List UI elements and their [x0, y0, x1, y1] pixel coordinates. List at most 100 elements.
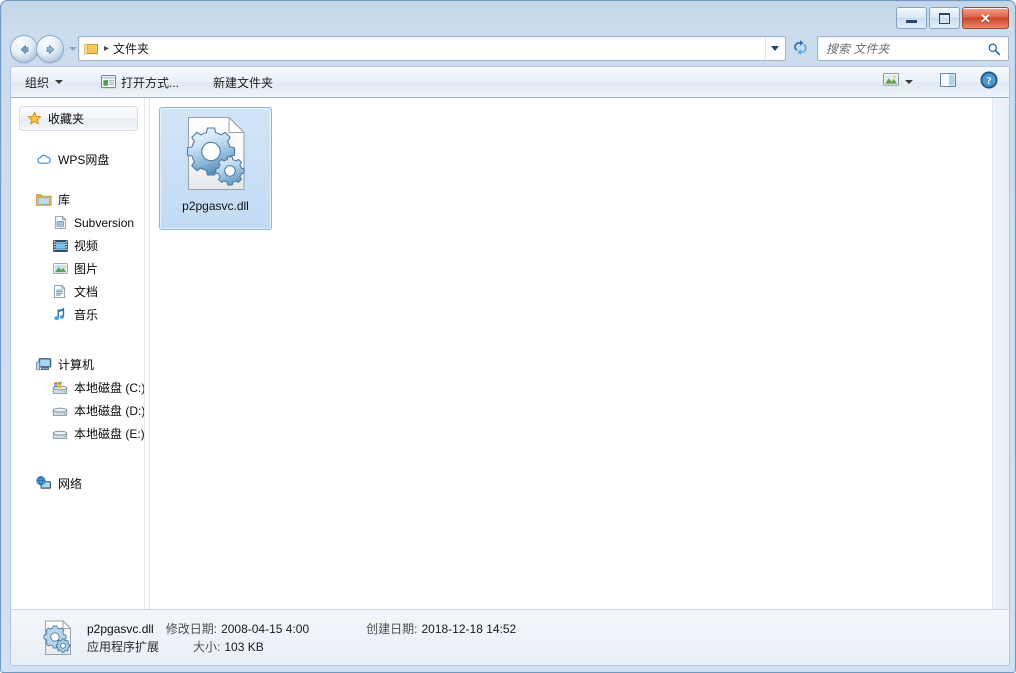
change-view-icon	[883, 72, 900, 92]
file-item-p2pgasvc-dll[interactable]: p2pgasvc.dll	[159, 107, 272, 230]
file-grid: p2pgasvc.dll	[150, 98, 1009, 230]
address-bar[interactable]: ▸ 文件夹	[78, 36, 786, 61]
help-button[interactable]: ?	[975, 69, 1003, 95]
details-pane: p2pgasvc.dll 修改日期: 2008-04-15 4:00 创建日期:…	[10, 609, 1010, 666]
refresh-icon	[793, 40, 807, 55]
new-folder-button[interactable]: 新建文件夹	[203, 69, 283, 95]
preview-pane-button[interactable]	[935, 69, 961, 95]
sidebar-item-documents[interactable]: 文档	[11, 280, 144, 303]
sidebar-label-drive-d: 本地磁盘 (D:)	[74, 404, 144, 418]
documents-icon	[52, 284, 68, 300]
sidebar-label-wps-cloud: WPS网盘	[58, 153, 110, 167]
sidebar-label-documents: 文档	[74, 285, 99, 299]
new-folder-label: 新建文件夹	[213, 75, 274, 90]
system-drive-icon	[52, 380, 68, 396]
sidebar-item-wps-cloud[interactable]: WPS网盘	[11, 148, 144, 171]
details-file-name: p2pgasvc.dll	[87, 621, 154, 636]
chevron-down-icon	[905, 80, 913, 84]
sidebar-label-network: 网络	[58, 477, 83, 491]
sidebar-label-favorites: 收藏夹	[48, 112, 85, 126]
details-modified-label: 修改日期:	[165, 621, 218, 636]
preview-pane-icon	[940, 72, 956, 93]
forward-button[interactable]	[36, 35, 64, 63]
details-line-2: 应用程序扩展 大小: 103 KB	[87, 638, 516, 656]
chevron-down-icon	[771, 46, 779, 51]
sidebar-item-computer[interactable]: 计算机	[11, 353, 144, 376]
back-arrow-icon	[20, 44, 28, 54]
subversion-icon	[52, 215, 68, 231]
breadcrumb-separator: ▸	[104, 43, 110, 54]
search-box[interactable]: 搜索 文件夹	[817, 36, 1009, 61]
details-size-label: 大小:	[193, 639, 221, 654]
sidebar-item-drive-c[interactable]: 本地磁盘 (C:)	[11, 376, 144, 399]
chevron-down-icon	[55, 80, 64, 84]
recent-locations-icon[interactable]	[69, 47, 77, 51]
sidebar-item-drive-d[interactable]: 本地磁盘 (D:)	[11, 399, 144, 422]
address-dropdown-button[interactable]	[765, 38, 784, 59]
sidebar-label-drive-c: 本地磁盘 (C:)	[74, 381, 144, 395]
window-frame-inner: ✕ ▸ 文件夹 搜索 文件夹 组织 打开方式... 新建文件夹 ? 收藏夹 WP…	[2, 2, 1014, 671]
cloud-icon	[36, 152, 52, 168]
forward-arrow-icon	[46, 44, 54, 54]
sidebar-label-computer: 计算机	[58, 358, 95, 372]
close-button[interactable]: ✕	[962, 7, 1009, 29]
open-with-button[interactable]: 打开方式...	[91, 69, 189, 95]
sidebar-label-videos: 视频	[74, 239, 99, 253]
address-row: ▸ 文件夹 搜索 文件夹	[2, 31, 1014, 66]
minimize-icon	[906, 20, 917, 23]
title-bar: ✕	[2, 2, 1014, 31]
change-view-button[interactable]	[878, 69, 918, 95]
videos-icon	[52, 238, 68, 254]
details-created-value: 2018-12-18 14:52	[421, 621, 517, 636]
help-icon: ?	[980, 71, 998, 94]
drive-icon	[52, 403, 68, 419]
navigation-pane: 收藏夹 WPS网盘 库 Subversion 视频 图片 文档 音乐 计算机 本…	[11, 98, 144, 609]
network-icon	[36, 476, 52, 492]
details-size-value: 103 KB	[224, 639, 264, 654]
sidebar-item-subversion[interactable]: Subversion	[11, 211, 144, 234]
breadcrumb-path: 文件夹	[113, 42, 150, 56]
sidebar-item-libraries[interactable]: 库	[11, 188, 144, 211]
pictures-icon	[52, 261, 68, 277]
explorer-window: ✕ ▸ 文件夹 搜索 文件夹 组织 打开方式... 新建文件夹 ? 收藏夹 WP…	[0, 0, 1016, 673]
star-icon	[26, 111, 42, 127]
sidebar-item-videos[interactable]: 视频	[11, 234, 144, 257]
svg-text:?: ?	[986, 76, 991, 87]
window-controls: ✕	[896, 7, 1009, 29]
sidebar-item-pictures[interactable]: 图片	[11, 257, 144, 280]
drive-icon	[52, 426, 68, 442]
back-button[interactable]	[10, 35, 38, 63]
music-icon	[52, 307, 68, 323]
file-item-label: p2pgasvc.dll	[182, 199, 249, 213]
details-created-label: 创建日期:	[366, 621, 418, 636]
refresh-button[interactable]	[789, 36, 811, 59]
sidebar-item-drive-e[interactable]: 本地磁盘 (E:)	[11, 422, 144, 445]
file-list-pane[interactable]: p2pgasvc.dll	[150, 98, 1009, 609]
sidebar-item-favorites[interactable]: 收藏夹	[19, 106, 138, 131]
open-with-icon	[101, 75, 116, 89]
vertical-scrollbar[interactable]	[992, 98, 1009, 609]
computer-icon	[36, 357, 52, 373]
sidebar-item-music[interactable]: 音乐	[11, 303, 144, 326]
sidebar-label-music: 音乐	[74, 308, 99, 322]
details-file-type: 应用程序扩展	[87, 639, 160, 654]
search-input[interactable]: 搜索 文件夹	[818, 40, 987, 57]
sidebar-item-network[interactable]: 网络	[11, 472, 144, 495]
folder-icon	[84, 42, 99, 55]
details-line-1: p2pgasvc.dll 修改日期: 2008-04-15 4:00 创建日期:…	[87, 620, 516, 638]
sidebar-label-pictures: 图片	[74, 262, 99, 276]
organize-button[interactable]: 组织	[15, 69, 73, 95]
sidebar-label-subversion: Subversion	[74, 215, 135, 230]
search-icon	[987, 42, 1008, 56]
maximize-button[interactable]	[929, 7, 960, 29]
details-text: p2pgasvc.dll 修改日期: 2008-04-15 4:00 创建日期:…	[87, 620, 516, 656]
minimize-button[interactable]	[896, 7, 927, 29]
explorer-body: 收藏夹 WPS网盘 库 Subversion 视频 图片 文档 音乐 计算机 本…	[10, 98, 1010, 609]
navigation-buttons	[10, 35, 77, 63]
maximize-icon	[939, 12, 950, 24]
